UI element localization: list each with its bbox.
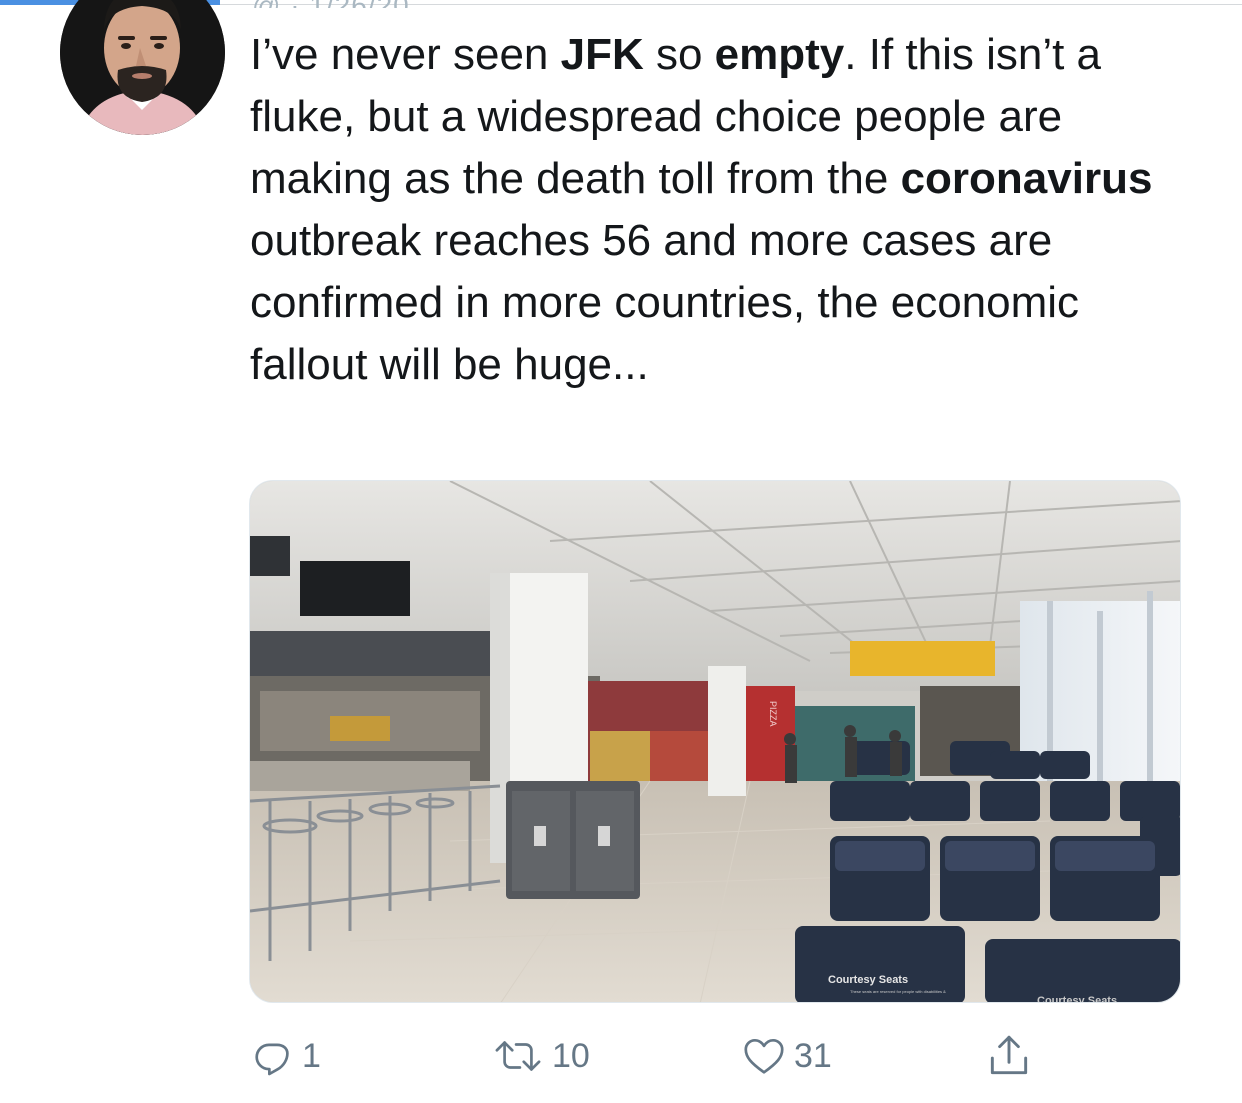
tweet-actions: 1 10 31: [250, 1028, 1050, 1084]
courtesy-seats-note: These seats are reserved for people with…: [850, 989, 946, 994]
share-button[interactable]: [984, 1028, 1034, 1084]
courtesy-seats-sign: Courtesy Seats: [828, 974, 908, 986]
reply-button[interactable]: 1: [250, 1028, 321, 1084]
tweet-keyword: JFK: [560, 30, 644, 79]
retweet-count: 10: [552, 1036, 590, 1075]
tweet-photo[interactable]: PIZZA Courtesy Seats Courtesy Seats Thes…: [249, 480, 1181, 1003]
pizza-kiosk-sign: PIZZA: [768, 701, 778, 727]
tweet-text: I’ve never seen JFK so empty. If this is…: [250, 24, 1190, 396]
airport-gate-photo: PIZZA Courtesy Seats Courtesy Seats Thes…: [250, 481, 1180, 1003]
reply-icon: [255, 1043, 289, 1076]
tweet-text-segment: I’ve never seen: [250, 30, 561, 79]
like-count: 31: [794, 1036, 832, 1075]
tweet-keyword: coronavirus: [900, 154, 1153, 203]
tweet-text-segment: so: [643, 30, 715, 79]
tweet-text-segment: outbreak reaches 56 and more cases are c…: [250, 216, 1080, 389]
avatar-photo: [60, 0, 225, 135]
share-icon: [990, 1035, 1028, 1075]
courtesy-seats-sign-2: Courtesy Seats: [1037, 995, 1117, 1003]
like-button[interactable]: 31: [740, 1028, 832, 1084]
retweet-icon: [495, 1041, 541, 1071]
tweet-header-clipped: @ · 1/26/20: [252, 0, 410, 8]
reply-count: 1: [302, 1036, 321, 1075]
avatar[interactable]: [60, 0, 225, 135]
heart-icon: [744, 1038, 784, 1074]
retweet-button[interactable]: 10: [490, 1028, 590, 1084]
tweet-keyword: empty: [714, 30, 845, 79]
